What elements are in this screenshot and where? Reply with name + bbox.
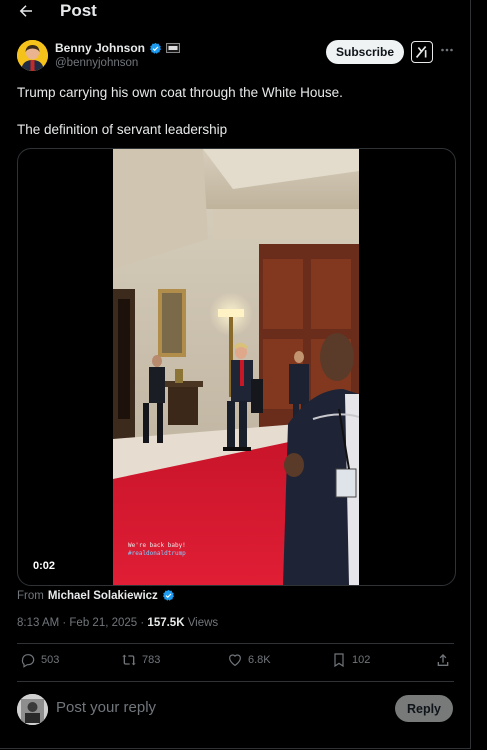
repost-count: 783 [142, 654, 161, 666]
my-avatar[interactable] [17, 694, 48, 725]
video-player[interactable]: We're back baby! #realdonaldtrump 0:02 [17, 148, 456, 586]
divider [17, 643, 454, 644]
video-caption-line2: #realdonaldtrump [128, 550, 186, 557]
bookmark-action[interactable]: 102 [331, 652, 370, 668]
repost-icon [122, 654, 136, 666]
video-caption: We're back baby! #realdonaldtrump [128, 542, 186, 558]
from-name-link[interactable]: Michael Solakiewicz [48, 590, 158, 602]
bookmark-icon [334, 653, 344, 668]
views-label: Views [187, 617, 219, 629]
video-timestamp: 0:02 [28, 558, 61, 574]
back-arrow-icon[interactable] [17, 2, 35, 20]
video-frame[interactable] [113, 149, 359, 585]
divider [17, 681, 454, 682]
reply-button[interactable]: Reply [395, 695, 453, 722]
post-text-line1: Trump carrying his own coat through the … [17, 85, 343, 100]
reply-icon [21, 654, 35, 668]
from-attribution: From Michael Solakiewicz [17, 589, 175, 602]
avatar[interactable] [17, 40, 48, 71]
author-name-text[interactable]: Benny Johnson [55, 41, 145, 55]
post-meta: 8:13 AM · Feb 21, 2025 · 157.5K Views [17, 617, 218, 629]
repost-action[interactable]: 783 [121, 652, 160, 668]
post-text-line2: The definition of servant leadership [17, 122, 228, 137]
more-icon[interactable] [440, 43, 454, 57]
author-handle[interactable]: @bennyjohnson [55, 57, 138, 69]
reply-input[interactable]: Post your reply [56, 699, 356, 721]
like-icon [229, 654, 241, 667]
bookmark-count: 102 [352, 654, 371, 666]
from-label: From [17, 589, 44, 602]
like-action[interactable]: 6.8K [227, 652, 271, 668]
grok-icon[interactable] [411, 41, 433, 63]
page-title: Post [60, 1, 97, 20]
reply-action[interactable]: 503 [20, 652, 59, 668]
post-date[interactable]: 8:13 AM · Feb 21, 2025 · [17, 617, 147, 629]
reply-count: 503 [41, 654, 60, 666]
verified-badge-icon [149, 42, 162, 54]
share-action[interactable] [435, 652, 451, 668]
header: Post [0, 0, 470, 24]
like-count: 6.8K [248, 654, 271, 666]
author-name[interactable]: Benny Johnson [55, 41, 181, 55]
affiliate-badge-icon [166, 43, 181, 53]
verified-badge-icon [162, 589, 174, 601]
subscribe-button[interactable]: Subscribe [326, 40, 404, 64]
views-count: 157.5K [147, 617, 185, 629]
share-icon [437, 654, 449, 666]
video-caption-line1: We're back baby! [128, 542, 186, 549]
action-bar: 503 783 6.8K 102 [0, 652, 470, 674]
